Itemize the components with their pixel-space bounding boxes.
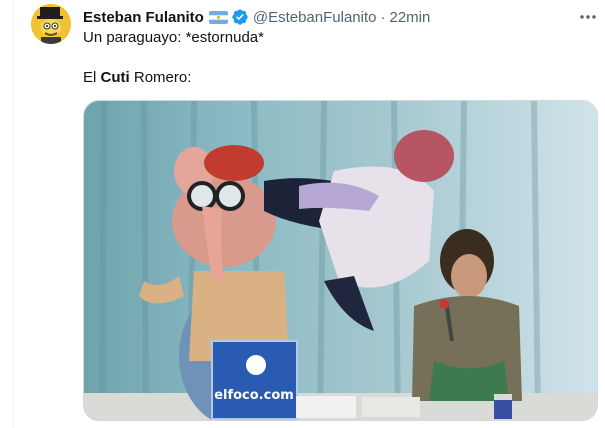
verified-badge-icon[interactable]	[231, 8, 249, 26]
tweet-header: Esteban Fulanito @EstebanFulanito · 22mi…	[83, 7, 430, 27]
text-suffix: Romero:	[129, 69, 192, 86]
separator-dot: ·	[380, 8, 386, 26]
sign-text: elfoco.com	[214, 388, 294, 403]
tweet-text-line-2: El Cuti Romero:	[83, 69, 191, 86]
tweet-text-line-1: Un paraguayo: *estornuda*	[83, 29, 264, 46]
more-options-icon[interactable]	[578, 8, 598, 26]
tweet-media-image[interactable]: elfoco.com	[83, 100, 598, 421]
argentina-flag-icon	[208, 10, 228, 24]
avatar[interactable]	[31, 4, 71, 44]
user-handle[interactable]: @EstebanFulanito	[253, 9, 377, 26]
text-bold: Cuti	[100, 69, 130, 86]
timestamp[interactable]: 22min	[389, 9, 430, 26]
display-name[interactable]: Esteban Fulanito	[83, 9, 204, 26]
timeline-border	[13, 0, 14, 428]
text-prefix: El	[83, 69, 101, 86]
